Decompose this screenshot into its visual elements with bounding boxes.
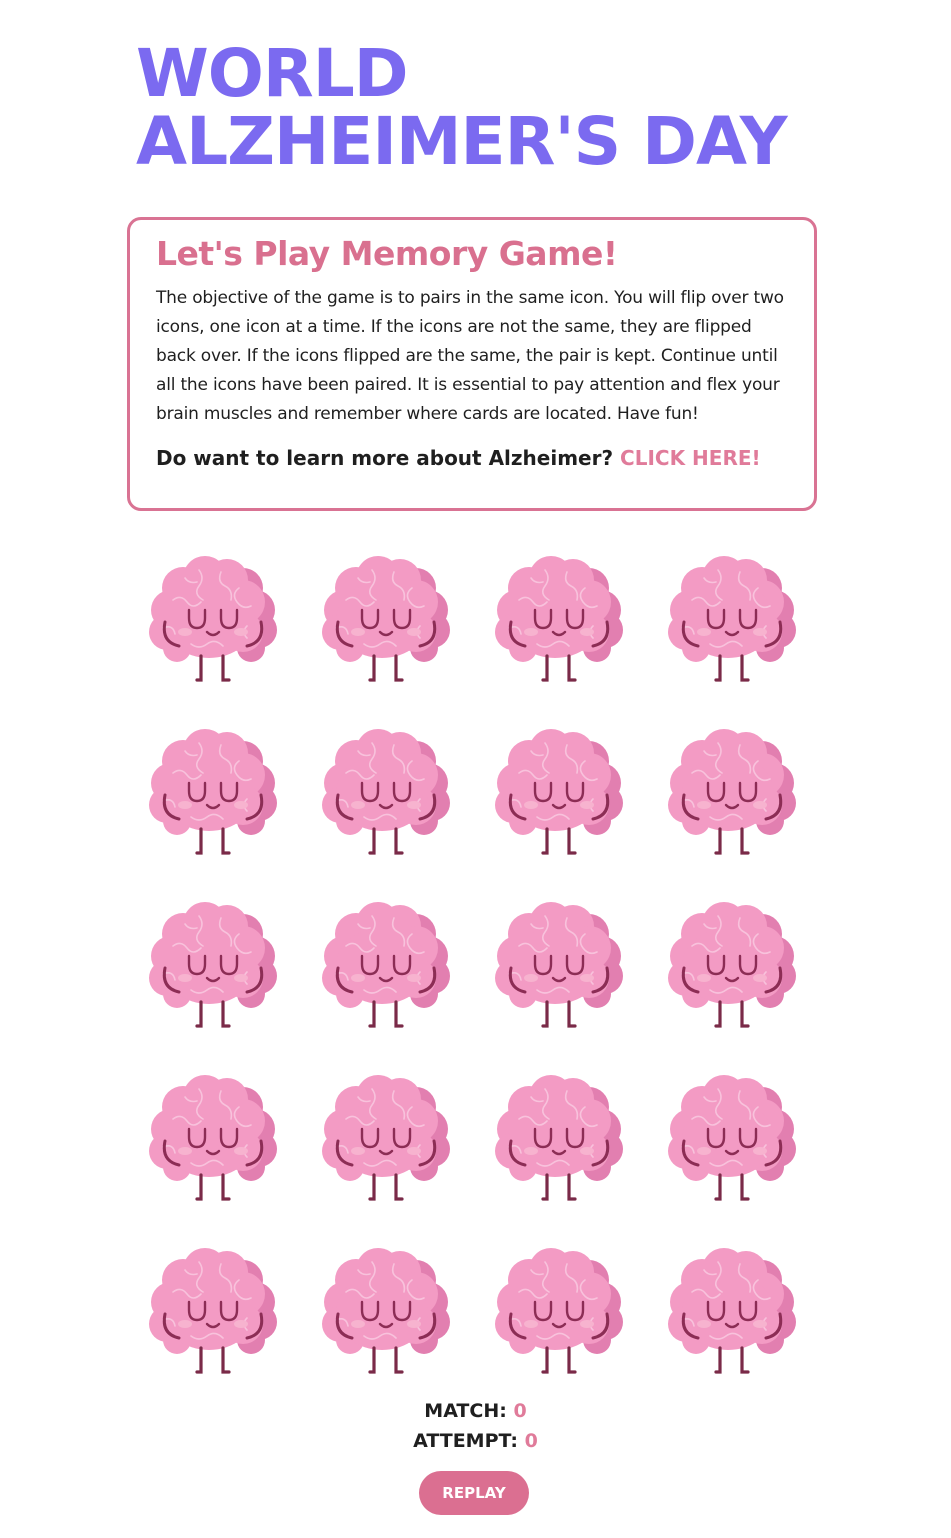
memory-card[interactable] [486,1064,632,1210]
instructions-text: The objective of the game is to pairs in… [156,288,784,424]
memory-card[interactable] [486,718,632,864]
memory-card[interactable] [659,718,805,864]
memory-card[interactable] [313,891,459,1037]
brain-icon [489,721,629,861]
brain-icon [143,721,283,861]
memory-card[interactable] [313,1237,459,1383]
match-value: 0 [513,1400,527,1422]
page-title: WORLD ALZHEIMER'S DAY [136,40,836,176]
learn-more-line: Do want to learn more about Alzheimer? C… [156,443,788,473]
instructions-heading: Let's Play Memory Game! [156,234,618,273]
attempt-value: 0 [524,1430,538,1452]
memory-card[interactable] [659,1237,805,1383]
score-panel: MATCH: 0 ATTEMPT: 0 [0,1396,951,1456]
brain-icon [489,1240,629,1380]
memory-card[interactable] [140,545,286,691]
brain-icon [662,1067,802,1207]
match-label: MATCH: [424,1400,507,1422]
attempt-label: ATTEMPT: [413,1430,519,1452]
brain-icon [489,894,629,1034]
memory-card[interactable] [486,545,632,691]
memory-card[interactable] [140,1237,286,1383]
brain-icon [662,721,802,861]
memory-card[interactable] [313,1064,459,1210]
instructions-panel: Let's Play Memory Game! The objective of… [127,217,817,511]
memory-card[interactable] [659,1064,805,1210]
memory-card[interactable] [659,545,805,691]
learn-more-prompt: Do want to learn more about Alzheimer? [156,446,614,470]
title-line-1: WORLD [136,35,409,112]
memory-card[interactable] [659,891,805,1037]
title-line-2: ALZHEIMER'S DAY [136,103,788,180]
brain-icon [662,548,802,688]
memory-card[interactable] [140,718,286,864]
brain-icon [316,1067,456,1207]
memory-card[interactable] [486,891,632,1037]
brain-icon [316,548,456,688]
learn-more-link[interactable]: CLICK HERE! [620,446,761,470]
replay-button[interactable]: REPLAY [419,1471,529,1515]
brain-icon [143,894,283,1034]
card-board [140,545,812,1395]
attempt-counter: ATTEMPT: 0 [0,1426,951,1456]
brain-icon [489,1067,629,1207]
brain-icon [316,1240,456,1380]
brain-icon [143,1067,283,1207]
match-counter: MATCH: 0 [0,1396,951,1426]
brain-icon [662,1240,802,1380]
memory-card[interactable] [313,545,459,691]
memory-card[interactable] [486,1237,632,1383]
brain-icon [143,548,283,688]
brain-icon [489,548,629,688]
brain-icon [662,894,802,1034]
brain-icon [316,721,456,861]
brain-icon [316,894,456,1034]
memory-card[interactable] [140,891,286,1037]
memory-card[interactable] [140,1064,286,1210]
memory-card[interactable] [313,718,459,864]
brain-icon [143,1240,283,1380]
